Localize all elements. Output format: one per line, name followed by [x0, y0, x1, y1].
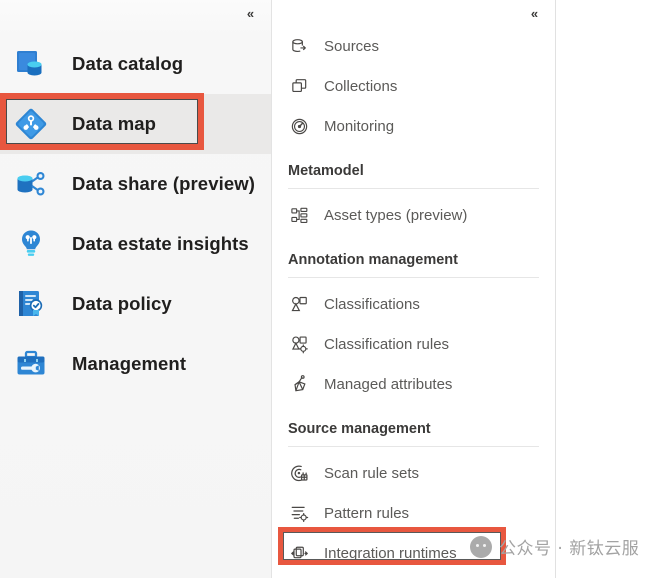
primary-navigation-panel: « Data catalog Data map Data share (prev… [0, 0, 272, 578]
content-canvas [556, 0, 661, 578]
divider-source-management [288, 446, 539, 447]
nav-label-data-estate-insights: Data estate insights [72, 233, 249, 254]
sidebar-item-integration-runtimes[interactable]: Integration runtimes [288, 533, 539, 573]
secondary-navigation-panel: « Sources Collections Monitoring Metamod… [272, 0, 556, 578]
nav-label-data-catalog: Data catalog [72, 53, 184, 74]
collapse-secondary-nav-icon[interactable]: « [524, 3, 544, 23]
classification-rules-icon [288, 333, 310, 355]
sidebar-item-asset-types[interactable]: Asset types (preview) [288, 195, 539, 235]
nav-label-data-map: Data map [72, 113, 157, 134]
sidebar-label-sources: Sources [324, 37, 380, 55]
nav-item-management[interactable]: Management [0, 334, 271, 394]
app-root: « Data catalog Data map Data share (prev… [0, 0, 661, 578]
divider-metamodel [288, 188, 539, 189]
sidebar-item-classification-rules[interactable]: Classification rules [288, 324, 539, 364]
sidebar-label-integration-runtimes: Integration runtimes [324, 544, 457, 562]
data-share-icon [12, 165, 50, 203]
sidebar-item-collections[interactable]: Collections [288, 66, 539, 106]
data-map-icon [12, 105, 50, 143]
primary-collapse-row: « [0, 0, 271, 26]
sidebar-item-managed-attributes[interactable]: Managed attributes [288, 364, 539, 404]
sidebar-label-classification-rules: Classification rules [324, 335, 450, 353]
secondary-collapse-row: « [272, 0, 555, 26]
sidebar-group-annotation-management: Annotation management [288, 252, 458, 268]
sidebar-label-scan-rule-sets: Scan rule sets [324, 464, 420, 482]
sidebar-label-monitoring: Monitoring [324, 117, 395, 135]
sidebar-item-sources[interactable]: Sources [288, 26, 539, 66]
sidebar-item-monitoring[interactable]: Monitoring [288, 106, 539, 146]
sidebar-label-managed-attributes: Managed attributes [324, 375, 453, 393]
monitoring-icon [288, 115, 310, 137]
sidebar-item-classifications[interactable]: Classifications [288, 284, 539, 324]
management-icon [12, 345, 50, 383]
divider-annotation-management [288, 277, 539, 278]
data-catalog-icon [12, 45, 50, 83]
primary-nav-list: Data catalog Data map Data share (previe… [0, 34, 271, 394]
sidebar-item-pattern-rules[interactable]: Pattern rules [288, 493, 539, 533]
data-estate-insights-icon [12, 225, 50, 263]
collapse-primary-nav-icon[interactable]: « [240, 3, 260, 23]
secondary-nav-list: Sources Collections Monitoring Metamodel… [272, 26, 555, 573]
nav-item-data-map[interactable]: Data map [0, 94, 271, 154]
asset-types-icon [288, 204, 310, 226]
sidebar-item-scan-rule-sets[interactable]: Scan rule sets [288, 453, 539, 493]
nav-label-data-share: Data share (preview) [72, 173, 255, 194]
nav-item-data-share[interactable]: Data share (preview) [0, 154, 271, 214]
data-policy-icon [12, 285, 50, 323]
classifications-icon [288, 293, 310, 315]
sources-icon [288, 35, 310, 57]
nav-item-data-estate-insights[interactable]: Data estate insights [0, 214, 271, 274]
nav-item-data-catalog[interactable]: Data catalog [0, 34, 271, 94]
scan-rule-sets-icon [288, 462, 310, 484]
nav-label-data-policy: Data policy [72, 293, 172, 314]
nav-item-data-policy[interactable]: Data policy [0, 274, 271, 334]
sidebar-label-classifications: Classifications [324, 295, 420, 313]
sidebar-group-metamodel: Metamodel [288, 163, 364, 179]
sidebar-label-pattern-rules: Pattern rules [324, 504, 410, 522]
pattern-rules-icon [288, 502, 310, 524]
nav-label-management: Management [72, 353, 187, 374]
collections-icon [288, 75, 310, 97]
integration-runtimes-icon [288, 542, 310, 564]
sidebar-group-source-management: Source management [288, 421, 431, 437]
sidebar-label-collections: Collections [324, 77, 398, 95]
sidebar-label-asset-types: Asset types (preview) [324, 206, 468, 224]
managed-attributes-icon [288, 373, 310, 395]
